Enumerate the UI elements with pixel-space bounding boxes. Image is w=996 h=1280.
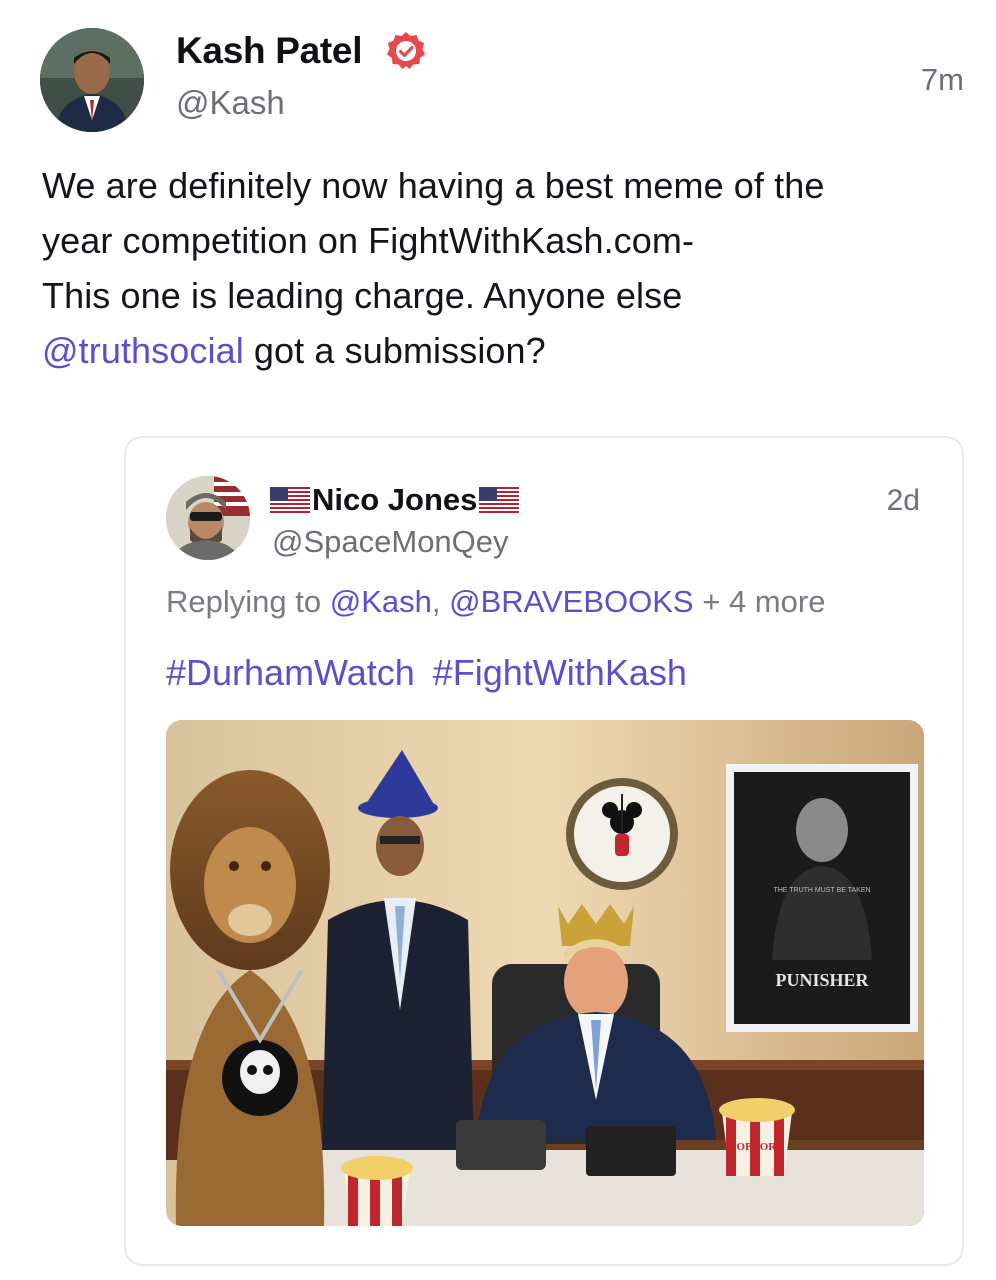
punisher-poster: THE TRUTH MUST BE TAKEN PUNISHER: [726, 764, 918, 1032]
hashtag-link[interactable]: #DurhamWatch: [166, 652, 415, 693]
replying-separator: ,: [431, 584, 450, 619]
hashtag-link[interactable]: #FightWithKash: [433, 652, 687, 693]
post-text-line: We are definitely now having a best meme…: [42, 165, 825, 206]
popcorn-bucket-left: [341, 1156, 413, 1226]
us-flag-icon: [270, 487, 310, 513]
poster-tagline: THE TRUTH MUST BE TAKEN: [773, 887, 870, 894]
wall-clock: [566, 778, 678, 890]
post-text-line: @truthsocial got a submission?: [42, 323, 962, 378]
quote-author-handle[interactable]: @SpaceMonQey: [272, 524, 509, 560]
author-name[interactable]: Kash Patel: [176, 30, 363, 72]
post-text-line: This one is leading charge. Anyone else: [42, 275, 683, 316]
mention-link[interactable]: @Kash: [330, 584, 432, 619]
mention-link[interactable]: @truthsocial: [42, 330, 244, 371]
post-body-text: We are definitely now having a best meme…: [42, 158, 962, 378]
quoted-post-card[interactable]: Nico Jones @SpaceMonQey 2d Replying to @…: [124, 436, 964, 1266]
mention-link[interactable]: @BRAVEBOOKS: [449, 584, 694, 619]
quote-timestamp[interactable]: 2d: [887, 484, 920, 518]
author-avatar[interactable]: [40, 28, 144, 132]
popcorn-label: POPCORN: [730, 1141, 784, 1153]
popcorn-bucket-right: POPCORN: [719, 1098, 795, 1176]
post-timestamp[interactable]: 7m: [921, 62, 964, 98]
quote-author-name[interactable]: Nico Jones: [312, 482, 477, 518]
replying-to-line: Replying to @Kash, @BRAVEBOOKS + 4 more: [166, 584, 825, 620]
verified-badge-icon: [385, 30, 427, 72]
us-flag-icon: [479, 487, 520, 513]
post-text-fragment: got a submission?: [243, 330, 546, 371]
replying-prefix: Replying to: [166, 584, 330, 619]
author-handle[interactable]: @Kash: [176, 84, 285, 122]
hashtag-row: #DurhamWatch #FightWithKash: [166, 652, 695, 694]
quote-attached-image[interactable]: THE TRUTH MUST BE TAKEN PUNISHER POPCORN: [166, 720, 924, 1226]
post-container: Kash Patel @Kash 7m We are definitely no…: [0, 0, 996, 1280]
quote-author-avatar[interactable]: [166, 476, 250, 560]
poster-title: PUNISHER: [775, 970, 869, 990]
post-text-line: year competition on FightWithKash.com-: [42, 220, 695, 261]
quote-author-name-row[interactable]: Nico Jones: [270, 482, 520, 518]
replying-more-link[interactable]: + 4 more: [694, 584, 825, 619]
